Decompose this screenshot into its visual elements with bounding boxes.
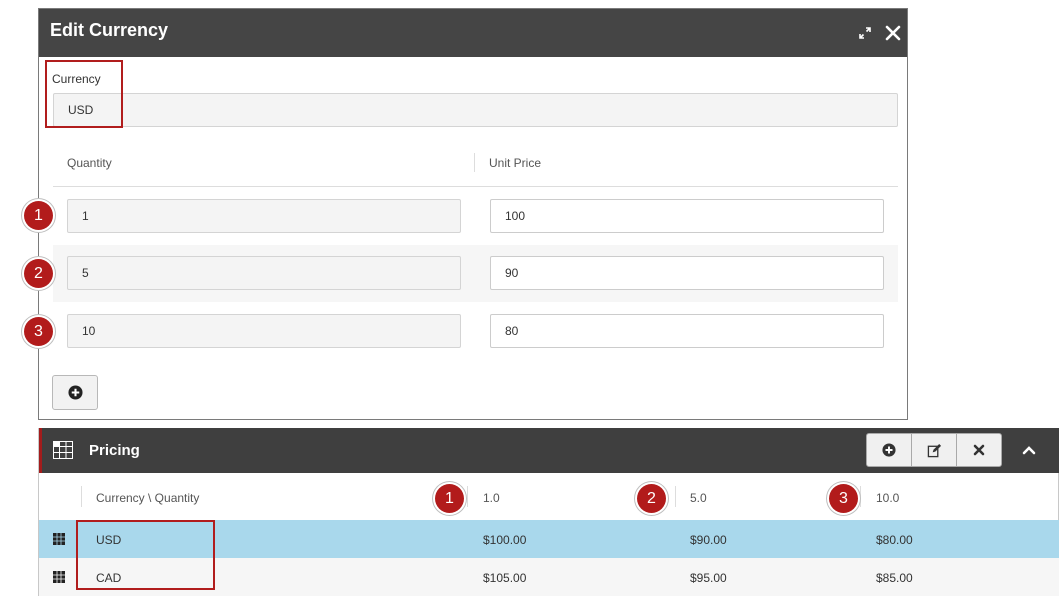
column-header-qty: 1.0 — [483, 491, 500, 505]
quantity-row: 5 90 — [53, 245, 898, 302]
expand-icon[interactable] — [855, 9, 875, 57]
price-cell: $95.00 — [690, 571, 727, 585]
price-cell: $100.00 — [483, 533, 527, 547]
column-divider — [467, 486, 468, 507]
table-row[interactable]: CAD $105.00 $95.00 $85.00 — [39, 558, 1059, 596]
close-icon[interactable] — [879, 9, 907, 57]
add-row-button[interactable] — [52, 375, 98, 410]
delete-price-button[interactable] — [957, 434, 1001, 466]
unit-price-field[interactable]: 80 — [490, 314, 884, 348]
quantity-row: 1 100 — [53, 188, 898, 245]
pricing-title: Pricing — [89, 442, 140, 459]
step-badge: 3 — [829, 484, 858, 513]
pricing-header: Pricing — [39, 428, 1059, 473]
edit-price-button[interactable] — [912, 434, 957, 466]
currency-field[interactable]: USD — [53, 93, 898, 127]
pricing-panel: Pricing Currency \ Quantity 1.0 5.0 10.0… — [38, 428, 1059, 596]
table-row[interactable]: USD $100.00 $90.00 $80.00 — [39, 520, 1059, 558]
quantity-field[interactable]: 1 — [67, 199, 461, 233]
pricing-table-header: Currency \ Quantity 1.0 5.0 10.0 — [39, 473, 1059, 520]
step-badge: 3 — [24, 317, 53, 346]
column-header-currency-quantity: Currency \ Quantity — [96, 491, 200, 505]
currency-cell: CAD — [96, 571, 122, 585]
currency-label: Currency — [52, 72, 101, 86]
plus-circle-icon — [67, 385, 83, 400]
step-badge: 2 — [24, 259, 53, 288]
unit-price-field[interactable]: 90 — [490, 256, 884, 290]
add-price-button[interactable] — [867, 434, 912, 466]
quantity-field[interactable]: 10 — [67, 314, 461, 348]
quantity-field[interactable]: 5 — [67, 256, 461, 290]
price-cell: $90.00 — [690, 533, 727, 547]
grid-icon — [53, 533, 65, 548]
dialog-header: Edit Currency — [39, 9, 907, 57]
column-header-unit-price: Unit Price — [489, 156, 542, 170]
price-cell: $80.00 — [876, 533, 913, 547]
grid-icon — [53, 571, 65, 586]
column-divider — [675, 486, 676, 507]
grid-icon — [53, 441, 73, 464]
edit-currency-dialog: Edit Currency Currency USD Quantity Unit… — [38, 8, 908, 420]
unit-price-field[interactable]: 100 — [490, 199, 884, 233]
column-header-qty: 10.0 — [876, 491, 900, 505]
column-divider — [860, 486, 861, 507]
x-icon — [973, 444, 985, 456]
edit-icon — [927, 443, 941, 457]
dialog-title: Edit Currency — [50, 20, 169, 40]
quantity-row: 10 80 — [53, 303, 898, 360]
step-badge: 1 — [24, 201, 53, 230]
price-cell: $105.00 — [483, 571, 527, 585]
step-badge: 1 — [435, 484, 464, 513]
column-header-quantity: Quantity — [67, 156, 112, 170]
pricing-toolbar — [866, 433, 1002, 467]
column-divider — [81, 486, 82, 507]
header-divider — [53, 186, 898, 187]
currency-cell: USD — [96, 533, 122, 547]
column-divider — [474, 153, 475, 172]
chevron-up-icon[interactable] — [1017, 438, 1041, 462]
column-header-qty: 5.0 — [690, 491, 707, 505]
step-badge: 2 — [637, 484, 666, 513]
price-cell: $85.00 — [876, 571, 913, 585]
plus-circle-icon — [882, 443, 896, 457]
